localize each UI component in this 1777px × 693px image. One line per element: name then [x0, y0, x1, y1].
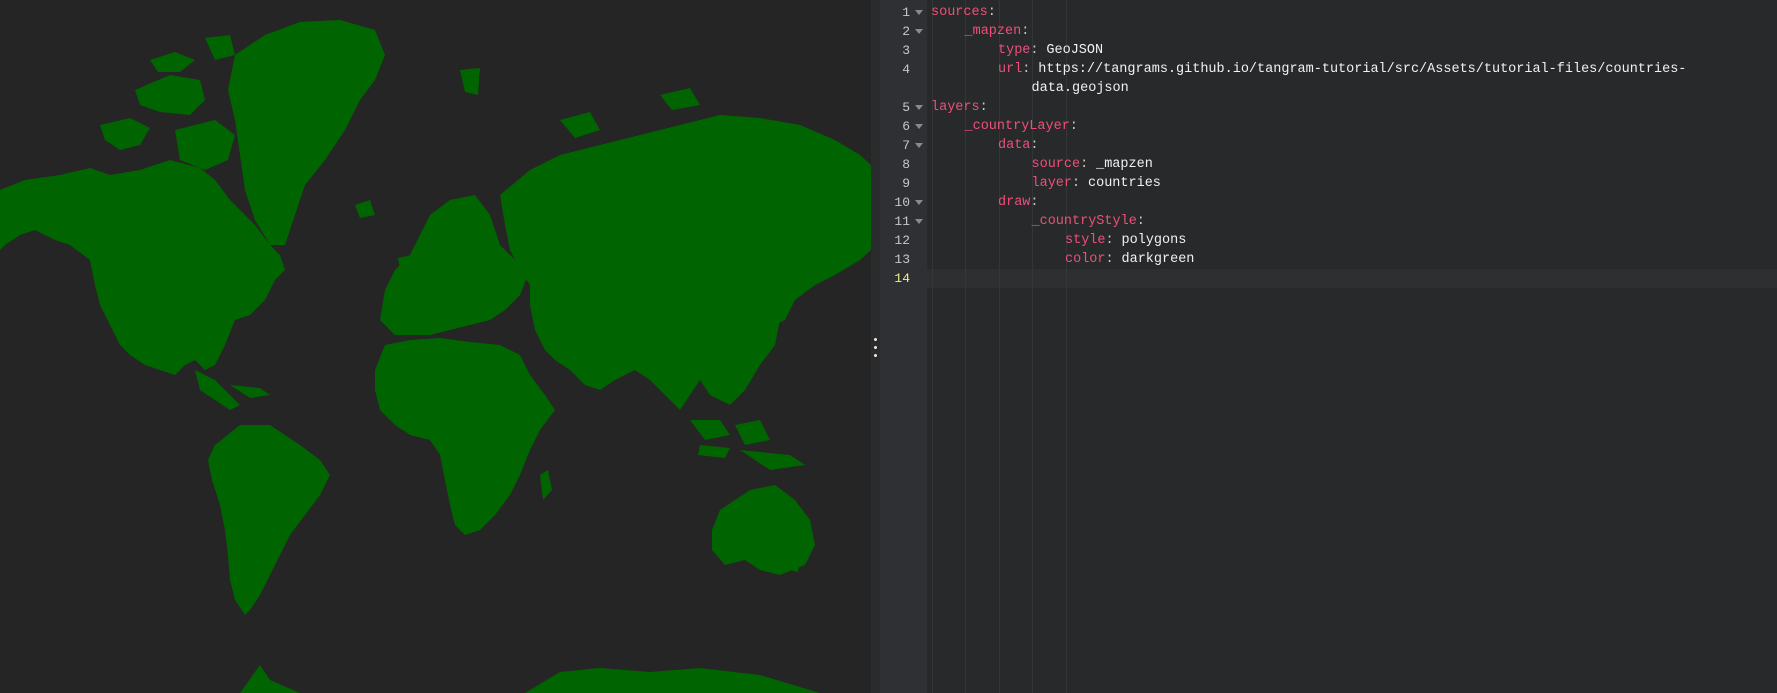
fold-arrow-icon[interactable]	[915, 29, 923, 34]
line-number: 3	[902, 43, 910, 58]
yaml-colon: :	[1030, 195, 1039, 210]
fold-arrow-icon[interactable]	[915, 124, 923, 129]
divider-grip-dot	[874, 346, 877, 349]
code-editor[interactable]: 1 sources: 2 _mapzen: 3 type: GeoJSON 4 url: http…	[880, 0, 1777, 693]
yaml-key: type	[998, 43, 1031, 58]
yaml-value: polygons	[1121, 233, 1187, 248]
line-number: 12	[894, 233, 910, 248]
yaml-key: data	[998, 138, 1031, 153]
line-number: 2	[902, 24, 910, 39]
world-map	[0, 20, 871, 693]
yaml-key: layers	[931, 100, 980, 115]
code-lines[interactable]: 1 sources: 2 _mapzen: 3 type: GeoJSON 4 url: http…	[880, 0, 1777, 693]
arctic-islands	[100, 118, 150, 150]
yaml-value: https://tangrams.github.io/tangram-tutor…	[1038, 62, 1687, 77]
line-number: 6	[902, 119, 910, 134]
yaml-colon: :	[1030, 43, 1039, 58]
yaml-value-wrapped: data.geojson	[1031, 81, 1129, 96]
yaml-key: url	[998, 62, 1023, 77]
divider-grip-dot	[874, 338, 877, 341]
yaml-colon: :	[1136, 214, 1145, 229]
africa-landmass	[375, 338, 555, 535]
code-line-wrap[interactable]: data.geojson	[880, 79, 1777, 98]
line-number: 14	[894, 271, 910, 286]
australia-landmass	[712, 485, 815, 575]
line-number: 5	[902, 100, 910, 115]
yaml-key: source	[1031, 157, 1081, 172]
line-number: 1	[902, 5, 910, 20]
yaml-colon: :	[1069, 119, 1078, 134]
code-line[interactable]: 11 _countryStyle:	[880, 212, 1777, 231]
yaml-value: darkgreen	[1121, 252, 1195, 267]
code-line[interactable]: 1 sources:	[880, 3, 1777, 22]
code-line[interactable]: 8 source: _mapzen	[880, 155, 1777, 174]
line-number: 10	[894, 195, 910, 210]
yaml-key: _mapzen	[964, 24, 1022, 39]
yaml-value: GeoJSON	[1046, 43, 1104, 58]
yaml-key: color	[1065, 252, 1106, 267]
line-number: 13	[894, 252, 910, 267]
antarctica-landmass	[240, 665, 300, 693]
code-line[interactable]: 9 layer: countries	[880, 174, 1777, 193]
line-number: 4	[902, 62, 910, 77]
line-number: 9	[902, 176, 910, 191]
code-line[interactable]: 12 style: polygons	[880, 231, 1777, 250]
yaml-key: layer	[1031, 176, 1073, 191]
yaml-colon: :	[1022, 62, 1031, 77]
asia-landmass	[500, 115, 871, 410]
code-line[interactable]: 13 color: darkgreen	[880, 250, 1777, 269]
code-line[interactable]: 7 data:	[880, 136, 1777, 155]
yaml-colon: :	[1072, 176, 1081, 191]
code-line[interactable]: 6 _countryLayer:	[880, 117, 1777, 136]
pane-divider[interactable]	[871, 0, 880, 693]
yaml-colon: :	[1021, 24, 1030, 39]
fold-arrow-icon[interactable]	[915, 10, 923, 15]
south-america-landmass	[208, 425, 330, 615]
divider-grip-dot	[874, 354, 877, 357]
north-america-landmass	[0, 160, 285, 375]
code-line[interactable]: 4 url: https://tangrams.github.io/tangram-…	[880, 60, 1777, 79]
line-number: 7	[902, 138, 910, 153]
code-line[interactable]: 3 type: GeoJSON	[880, 41, 1777, 60]
yaml-key: style	[1065, 233, 1106, 248]
line-number: 8	[902, 157, 910, 172]
yaml-colon: :	[1105, 252, 1114, 267]
map-view[interactable]	[0, 0, 871, 693]
fold-arrow-icon[interactable]	[915, 200, 923, 205]
yaml-colon: :	[1105, 233, 1114, 248]
code-line[interactable]: 10 draw:	[880, 193, 1777, 212]
fold-arrow-icon[interactable]	[915, 219, 923, 224]
yaml-value: _mapzen	[1096, 157, 1153, 172]
yaml-value: countries	[1088, 176, 1161, 191]
line-number: 11	[894, 214, 910, 229]
yaml-colon: :	[987, 5, 996, 20]
code-line[interactable]: 5 layers:	[880, 98, 1777, 117]
yaml-colon: :	[1080, 157, 1089, 172]
yaml-colon: :	[979, 100, 988, 115]
yaml-key: _countryLayer	[964, 119, 1070, 134]
yaml-key: draw	[998, 195, 1031, 210]
code-line[interactable]: 14	[880, 269, 1777, 288]
fold-arrow-icon[interactable]	[915, 143, 923, 148]
code-line[interactable]: 2 _mapzen:	[880, 22, 1777, 41]
yaml-key: _countryStyle	[1031, 214, 1137, 229]
fold-arrow-icon[interactable]	[915, 105, 923, 110]
yaml-colon: :	[1030, 138, 1039, 153]
yaml-key: sources	[931, 5, 988, 20]
